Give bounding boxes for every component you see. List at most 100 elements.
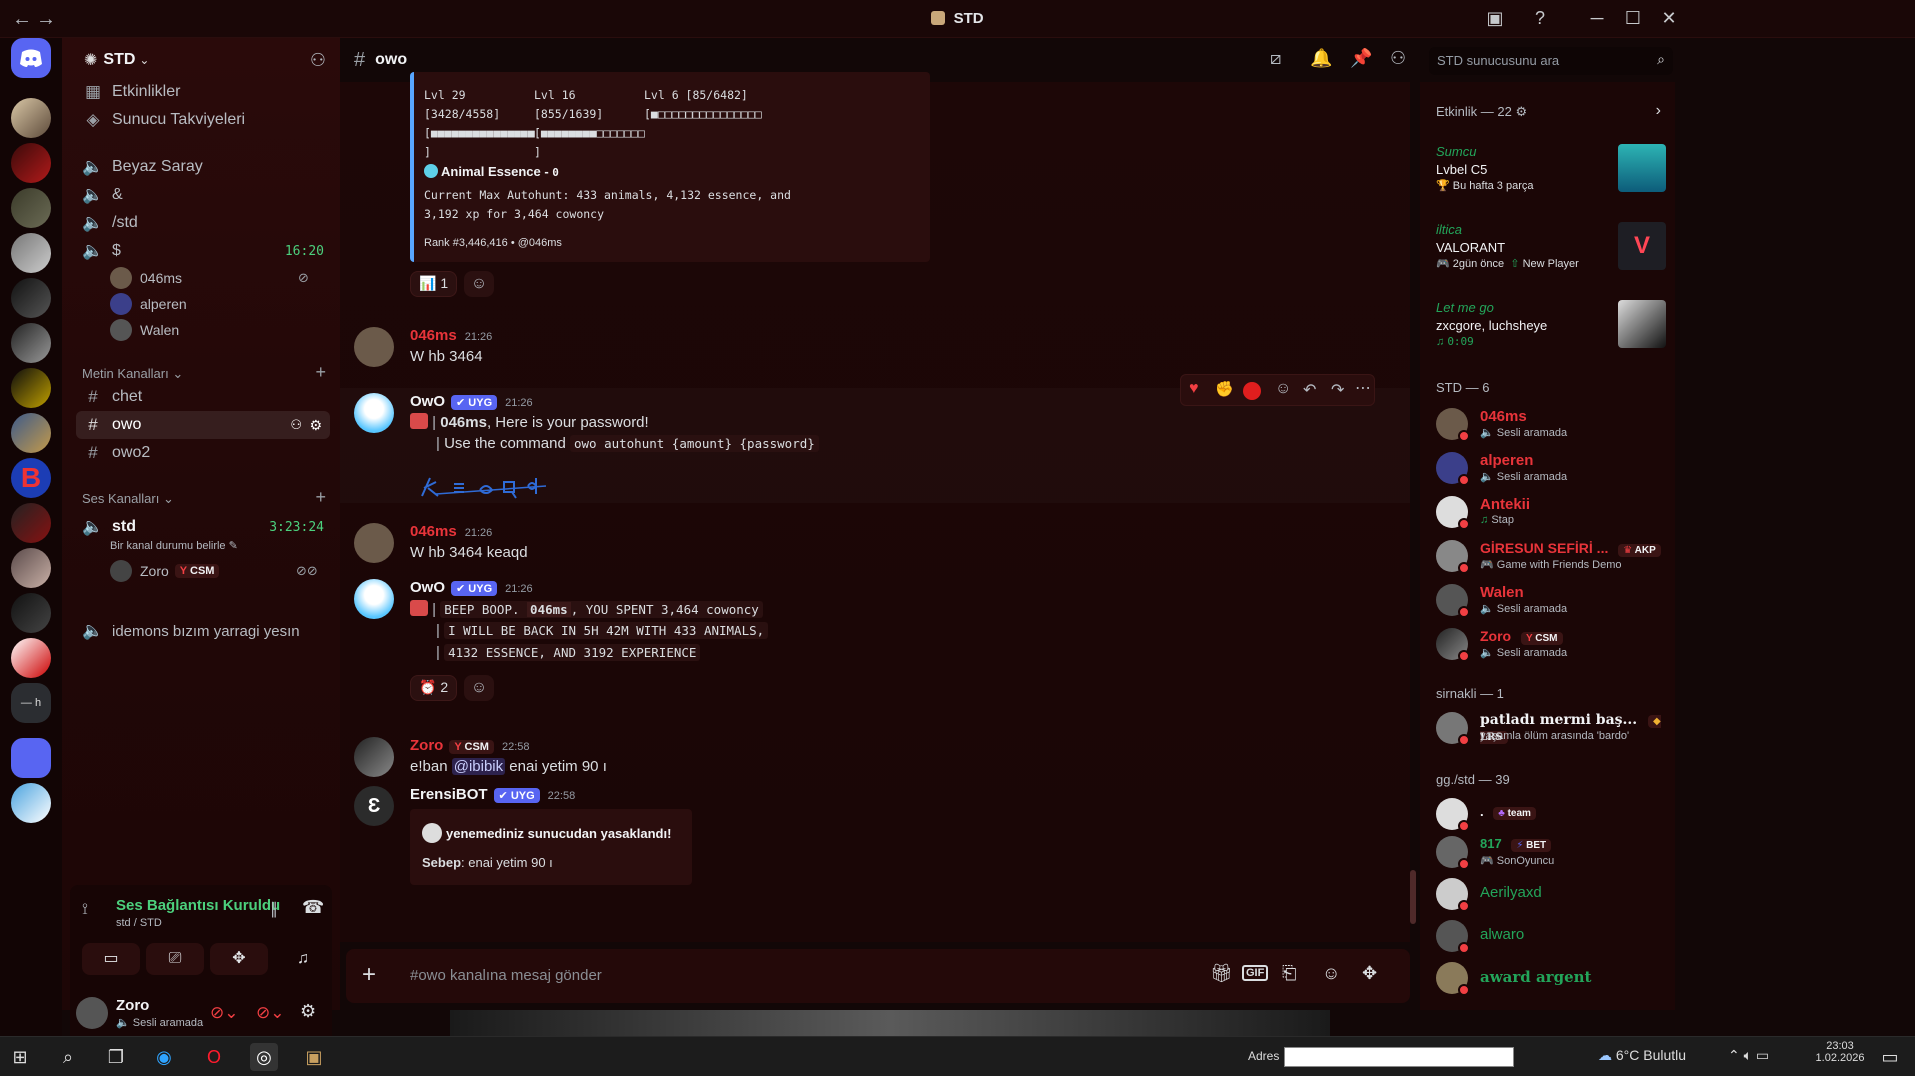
fist-reaction-icon[interactable]: ✊	[1215, 380, 1234, 398]
deafen-icon[interactable]: ⊘⌄	[256, 1003, 285, 1023]
voice-channel-std[interactable]: 🔈/std	[82, 209, 137, 237]
user-settings-icon[interactable]: ⚙	[300, 1001, 316, 1022]
channel-status[interactable]: Bir kanal durumu belirle ✎	[110, 539, 238, 552]
category-text-channels[interactable]: Metin Kanalları ⌄	[82, 366, 183, 382]
chevron-right-icon[interactable]: ›	[1656, 102, 1661, 120]
member-item[interactable]: alwaro	[1436, 916, 1666, 956]
forward-icon[interactable]: ↷	[1331, 380, 1344, 400]
author-name[interactable]: OwO	[410, 393, 445, 410]
discord-home-icon[interactable]	[11, 38, 51, 78]
clock[interactable]: 23:03 1.02.2026	[1810, 1040, 1870, 1064]
camera-button[interactable]: ▭	[82, 943, 140, 975]
member-item[interactable]: Walen 🔈 Sesli aramada	[1436, 580, 1666, 620]
more-icon[interactable]: ⋯	[1355, 378, 1371, 398]
server-avatar[interactable]	[11, 98, 51, 138]
search-input[interactable]: STD sunucusunu ara ⌕	[1429, 47, 1673, 75]
voice-user-zoro[interactable]: Zoro Y CSM ⊘⊘	[110, 559, 318, 583]
channel-owo2[interactable]: # owo2	[82, 439, 150, 467]
member-item[interactable]: 817 ⚡ BET 🎮 SonOyuncu	[1436, 832, 1666, 872]
activities-button[interactable]: ✥	[210, 943, 268, 975]
member-item[interactable]: Zoro Y CSM 🔈 Sesli aramada	[1436, 624, 1666, 664]
apps-icon[interactable]: ✥	[1362, 963, 1377, 984]
notification-icon[interactable]: ▭	[1876, 1043, 1904, 1071]
author-name[interactable]: 046ms	[410, 523, 457, 540]
server-avatar[interactable]	[11, 503, 51, 543]
weather[interactable]: ☁ 6°C Bulutlu	[1598, 1047, 1686, 1064]
member-item[interactable]: award argent	[1436, 958, 1666, 998]
server-avatar[interactable]: B	[11, 458, 51, 498]
user-mention[interactable]: @ibibik	[451, 758, 506, 775]
member-item[interactable]: . ♣ team	[1436, 794, 1666, 834]
member-item[interactable]: Aerilyaxd	[1436, 874, 1666, 914]
owo-avatar[interactable]	[354, 579, 394, 619]
member-item[interactable]: patladı mermi baş... ◆ LRS yaşamla ölüm …	[1436, 708, 1666, 748]
channel-chet[interactable]: # chet	[82, 383, 142, 411]
plus-icon[interactable]: +	[362, 961, 376, 989]
gif-icon[interactable]: GIF	[1242, 965, 1269, 981]
activity-card[interactable]: Let me go zxcgore, luchsheye ♫ 0:09	[1436, 300, 1666, 360]
bell-icon[interactable]: 🔔	[1310, 48, 1332, 69]
edge-icon[interactable]: ◉	[150, 1043, 178, 1071]
voice-channel-beyaz-saray[interactable]: 🔈 Beyaz Saray	[82, 153, 202, 181]
voice-user[interactable]: Walen	[110, 318, 179, 342]
gift-icon[interactable]: 🎁︎	[1210, 963, 1233, 984]
reaction[interactable]: 📊 1	[410, 271, 458, 297]
task-view-icon[interactable]: ❐	[102, 1043, 130, 1071]
avatar[interactable]	[76, 997, 108, 1029]
invite-icon[interactable]: ⚇	[290, 417, 302, 433]
screen-share-button[interactable]: ⎚	[146, 943, 204, 975]
pin-icon[interactable]: 📌	[1350, 48, 1372, 69]
boosts-item[interactable]: ◈ Sunucu Takviyeleri	[82, 106, 245, 134]
member-item[interactable]: alperen 🔈 Sesli aramada	[1436, 448, 1666, 488]
discord-icon[interactable]	[11, 738, 51, 778]
server-avatar[interactable]	[11, 593, 51, 633]
voice-channel-std-active[interactable]: 🔈 std 3:23:24	[82, 513, 332, 541]
windows-start-icon[interactable]: ⊞	[6, 1043, 34, 1071]
opera-icon[interactable]: O	[200, 1043, 228, 1071]
member-item[interactable]: GİRESUN SEFİRİ ... ♛ AKP 🎮 Game with Fri…	[1436, 536, 1666, 576]
add-channel-icon[interactable]: +	[315, 362, 326, 383]
author-name[interactable]: OwO	[410, 579, 445, 596]
owo-avatar[interactable]	[354, 393, 394, 433]
maximize-icon[interactable]: ☐	[1618, 8, 1648, 29]
add-channel-icon[interactable]: +	[315, 487, 326, 508]
disconnect-icon[interactable]: ☎	[302, 897, 324, 918]
red-circle-reaction-icon[interactable]	[1243, 382, 1261, 400]
search-icon[interactable]: ⌕	[54, 1043, 82, 1071]
avatar[interactable]	[354, 737, 394, 777]
reply-icon[interactable]: ↶	[1303, 380, 1316, 400]
activity-header[interactable]: Etkinlik — 22 ⚙	[1436, 104, 1527, 120]
add-reaction-icon[interactable]: ☺	[1275, 380, 1291, 398]
category-voice-channels[interactable]: Ses Kanalları ⌄	[82, 491, 174, 507]
reaction[interactable]: ⏰ 2	[410, 675, 458, 701]
soundboard-button[interactable]: ♫	[274, 943, 332, 975]
threads-icon[interactable]: ⧄	[1270, 48, 1281, 69]
server-avatar[interactable]	[11, 368, 51, 408]
voice-channel-path[interactable]: std / STD	[116, 917, 162, 929]
current-user-name[interactable]: Zoro	[116, 997, 149, 1014]
minecraft-icon[interactable]: ▣	[300, 1043, 328, 1071]
author-name[interactable]: ErensiBOT	[410, 786, 488, 803]
message-composer[interactable]: + #owo kanalına mesaj gönder 🎁︎ GIF ⎗ ☺ …	[346, 949, 1410, 1003]
erensibot-avatar[interactable]: Ɛ	[354, 786, 394, 826]
tray-icons[interactable]: ⌃ 🔈︎ ▭	[1728, 1047, 1769, 1064]
server-avatar[interactable]	[11, 638, 51, 678]
server-avatar[interactable]	[11, 548, 51, 588]
discord-taskbar-icon[interactable]: ◎	[250, 1043, 278, 1071]
inbox-icon[interactable]: ▣	[1480, 8, 1510, 29]
help-icon[interactable]: ?	[1525, 8, 1555, 29]
voice-channel-idemons[interactable]: 🔈 idemons bızım yarragi yesın	[82, 617, 299, 645]
avatar[interactable]	[354, 327, 394, 367]
voice-status[interactable]: Ses Bağlantısı Kuruldu	[116, 897, 280, 914]
noise-suppression-icon[interactable]: ∥	[270, 899, 278, 919]
server-header[interactable]: ✺ STD ⌄ ⚇	[62, 38, 340, 82]
voice-user[interactable]: alperen	[110, 292, 187, 316]
server-avatar[interactable]	[11, 783, 51, 823]
server-avatar[interactable]	[11, 233, 51, 273]
message-input[interactable]: #owo kanalına mesaj gönder	[410, 967, 602, 984]
member-item[interactable]: 046ms 🔈 Sesli aramada	[1436, 404, 1666, 444]
add-reaction-icon[interactable]: ☺	[464, 271, 494, 297]
add-member-icon[interactable]: ⚇	[310, 50, 326, 71]
heart-reaction-icon[interactable]: ♥	[1189, 380, 1199, 398]
avatar[interactable]	[354, 523, 394, 563]
